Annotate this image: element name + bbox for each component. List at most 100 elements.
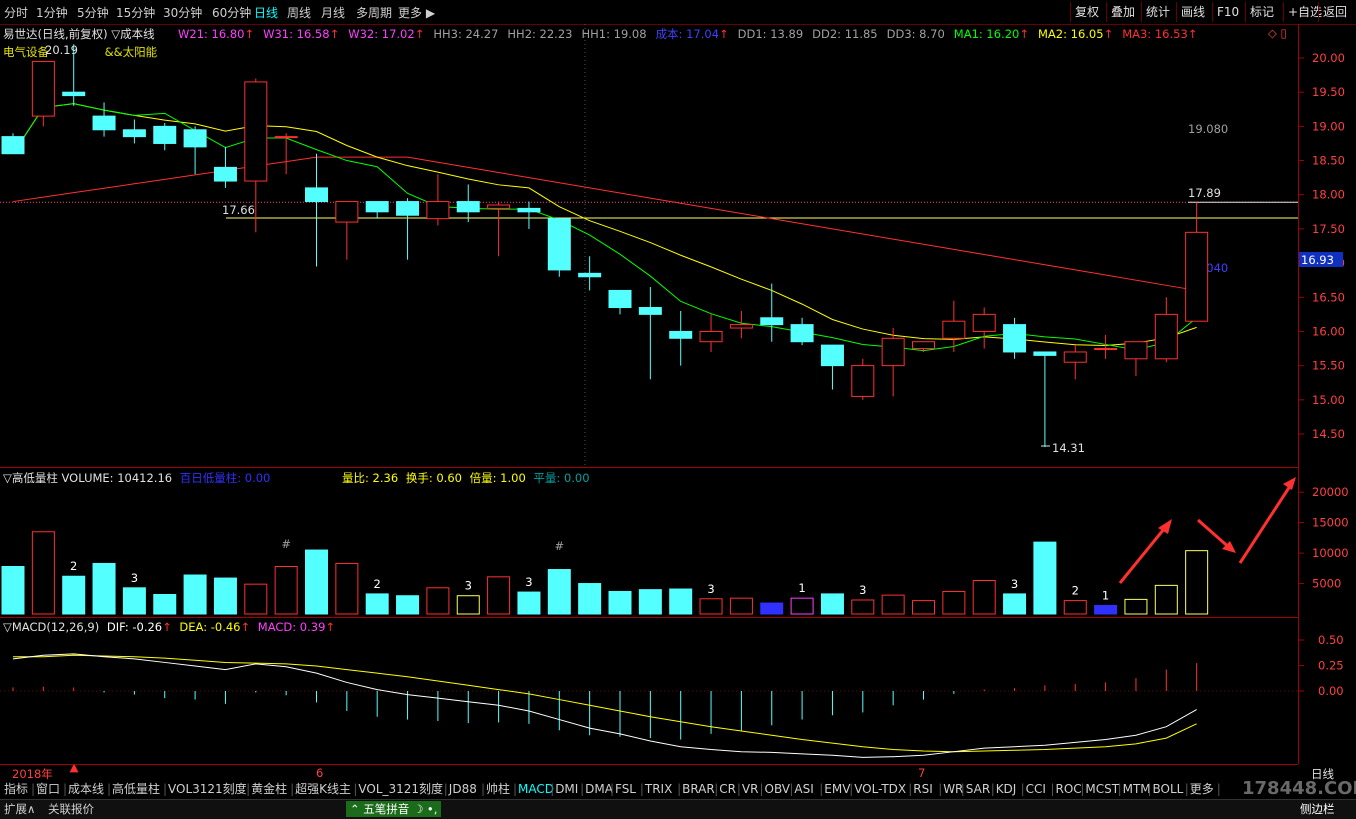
axis-divider [1298, 24, 1299, 764]
indicator-tab-11[interactable]: DMI [555, 780, 578, 798]
turnover: 换手: 0.60 [405, 471, 462, 485]
tab-separator: | [714, 782, 719, 796]
volume-bar [638, 589, 662, 615]
candle-body [1185, 231, 1209, 322]
candle-body [760, 317, 784, 326]
indicator-tab-14[interactable]: TRIX [645, 780, 672, 798]
indicator-tab-8[interactable]: JD88 [449, 780, 477, 798]
tab-separator: | [1184, 782, 1189, 796]
candle-body [92, 115, 116, 131]
triangle-down-icon[interactable]: ▽ [3, 620, 12, 634]
indicator-tab-7[interactable]: VOL_3121刻度 [358, 780, 443, 798]
candle-body [305, 187, 328, 203]
indicator-tab-28[interactable]: MCST [1085, 780, 1119, 798]
tab-separator: | [290, 782, 295, 796]
candle-body [517, 207, 541, 213]
volume-value: VOLUME: 10412.16 [61, 471, 173, 485]
indicator-tab-31[interactable]: 更多 [1190, 780, 1214, 798]
volume-bar [213, 577, 237, 615]
indicator-tab-18[interactable]: OBV [765, 780, 791, 798]
volume-bar [608, 590, 632, 615]
indicator-tab-24[interactable]: SAR [966, 780, 990, 798]
candle-body [1063, 351, 1087, 363]
indicator-tab-13[interactable]: FSL [615, 780, 636, 798]
tab-separator: | [908, 782, 913, 796]
indicator-tab-25[interactable]: KDJ [996, 780, 1017, 798]
volume-bar [547, 569, 571, 615]
indicator-tab-19[interactable]: ASI [794, 780, 813, 798]
indicator-tab-30[interactable]: BOLL [1153, 780, 1184, 798]
ime-indicator[interactable]: ⌃ 五笔拼音 ☽ •, [346, 801, 442, 817]
volume-bar [1154, 584, 1178, 615]
volume-axis-label: 10000 [1312, 546, 1349, 560]
indicator-tab-5[interactable]: 黄金柱 [251, 780, 287, 798]
indicator-tab-27[interactable]: ROC [1056, 780, 1082, 798]
volume-bar [365, 593, 389, 615]
indicator-tab-3[interactable]: 高低量柱 [112, 780, 160, 798]
volume-bar [1185, 550, 1209, 615]
indicator-tab-0[interactable]: 指标 [4, 780, 28, 798]
candle-body [699, 330, 723, 343]
tab-separator: | [353, 782, 358, 796]
double-up-icon: ⌃ [350, 802, 360, 816]
tab-separator: | [1147, 782, 1152, 796]
indicator-tab-20[interactable]: EMV [824, 780, 850, 798]
tab-separator: | [1020, 782, 1025, 796]
volume-hash: # [554, 539, 564, 553]
indicator-tab-2[interactable]: 成本线 [68, 780, 104, 798]
volume-bar [578, 583, 602, 615]
volume-mark: 2 [374, 577, 381, 591]
tab-separator: | [960, 782, 965, 796]
tab-separator: | [1216, 782, 1221, 796]
volume-ratio: 量比: 2.36 [342, 471, 399, 485]
candle-body [456, 201, 480, 213]
indicator-tab-17[interactable]: VR [742, 780, 759, 798]
candle-body [1124, 341, 1148, 360]
indicator-tab-1[interactable]: 窗口 [36, 780, 60, 798]
tab-separator: | [550, 782, 555, 796]
indicator-tab-29[interactable]: MTM [1123, 780, 1151, 798]
volume-bar [1124, 598, 1148, 615]
price-axis-label: 19.00 [1312, 119, 1345, 133]
price-axis-label: 16.50 [1312, 290, 1345, 304]
candle-body [122, 129, 146, 138]
macd-title[interactable]: MACD(12,26,9) [12, 620, 99, 634]
indicator-tab-21[interactable]: VOL-TDX [854, 780, 906, 798]
candle-body [183, 129, 207, 148]
stock-chart[interactable]: 20.0019.5019.0018.5018.0017.5017.0016.50… [0, 0, 1356, 818]
volume-bar [305, 549, 328, 615]
sidebar-button[interactable]: 侧边栏 [1300, 801, 1335, 817]
tab-separator: | [513, 782, 518, 796]
candle-body [729, 324, 753, 329]
volume-bar [851, 599, 875, 615]
volume-bar [426, 587, 450, 615]
candle-body [1003, 324, 1027, 353]
candle-body [335, 201, 359, 223]
panel-divider [0, 764, 1298, 765]
candle-body [365, 201, 389, 213]
candle-body [790, 324, 814, 343]
indicator-tab-10[interactable]: MACD [518, 780, 554, 798]
low-volume-label: 百日低量柱: 0.00 [179, 471, 271, 485]
date-month-7: 7 [918, 766, 926, 780]
related-quote-button[interactable]: 关联报价 [48, 801, 94, 817]
indicator-tab-9[interactable]: 帅柱 [486, 780, 510, 798]
indicator-tab-15[interactable]: BRAR [682, 780, 715, 798]
candle-body [1154, 313, 1178, 360]
high-label: 17.89 [1188, 186, 1221, 200]
volume-mark: 3 [525, 575, 532, 589]
indicator-tab-22[interactable]: RSI [913, 780, 933, 798]
indicator-tab-4[interactable]: VOL3121刻度 [168, 780, 247, 798]
date-month-6: 6 [316, 766, 324, 780]
expand-button[interactable]: 扩展∧ [4, 801, 35, 817]
hh1-label: 19.080 [1188, 122, 1228, 136]
indicator-tab-26[interactable]: CCI [1026, 780, 1046, 798]
tab-separator: | [31, 782, 36, 796]
indicator-tab-16[interactable]: CR [719, 780, 736, 798]
low-label: 14.31 [1052, 441, 1085, 455]
indicator-tab-12[interactable]: DMA [585, 780, 613, 798]
candle-body [396, 201, 420, 216]
indicator-tab-6[interactable]: 超强K线主 [295, 780, 351, 798]
triangle-down-icon[interactable]: ▽ [3, 471, 12, 485]
volume-title[interactable]: 高低量柱 [12, 471, 58, 485]
